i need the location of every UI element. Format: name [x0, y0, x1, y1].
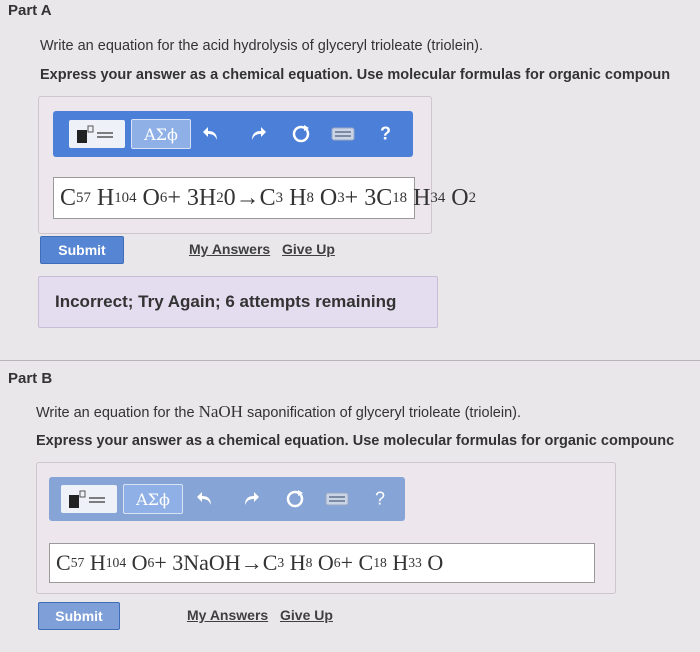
- part-a-give-up-link[interactable]: Give Up: [282, 241, 335, 257]
- answer-subscript: 6: [333, 555, 341, 570]
- answer-text: C: [262, 550, 278, 575]
- answer-text: O: [319, 184, 338, 211]
- templates-icon: [69, 120, 125, 148]
- answer-subscript: 104: [105, 555, 127, 570]
- answer-subscript: 18: [392, 189, 408, 206]
- answer-subscript: 3: [337, 189, 345, 206]
- answer-subscript: 104: [114, 189, 137, 206]
- answer-text: + 3NaOH: [154, 550, 241, 575]
- keyboard-button[interactable]: [331, 126, 355, 142]
- templates-button[interactable]: [61, 485, 117, 513]
- part-a-editor: ΑΣϕ ? C 57 H 104 O6 + 3H 2 0 → C 3 H8 O3 + 3C 18…: [38, 96, 476, 234]
- answer-subscript: 2: [468, 189, 477, 206]
- question-text: saponification of glyceryl trioleate (tr…: [242, 405, 521, 421]
- greek-letters-icon: ΑΣϕ: [123, 484, 183, 514]
- part-b-editor: ΑΣϕ ? C 57 H 104 O6 + 3NaOH → C 3 H8 O6 + C 18…: [36, 462, 616, 594]
- answer-subscript: 3: [275, 189, 284, 206]
- undo-icon: [203, 127, 217, 140]
- answer-text: + C: [340, 550, 374, 575]
- part-b-answer-field[interactable]: C 57 H 104 O6 + 3NaOH → C 3 H8 O6 + C 18 H 33 O: [49, 543, 595, 583]
- answer-subscript: 3: [277, 555, 285, 570]
- answer-text: H: [289, 184, 307, 211]
- answer-text: O: [451, 184, 469, 211]
- part-b-toolbar: ΑΣϕ ?: [49, 477, 405, 521]
- redo-icon: [245, 492, 259, 505]
- answer-subscript: 18: [373, 555, 387, 570]
- keyboard-button[interactable]: [325, 491, 349, 507]
- greek-letters-button[interactable]: ΑΣϕ: [131, 119, 191, 149]
- keyboard-icon: [331, 127, 355, 141]
- answer-text: O: [142, 184, 160, 211]
- redo-button[interactable]: [248, 126, 266, 142]
- answer-text: C: [259, 184, 276, 211]
- templates-button[interactable]: [69, 120, 125, 148]
- redo-icon: [252, 127, 266, 140]
- answer-text: H: [89, 550, 106, 575]
- answer-text: H: [96, 184, 115, 211]
- answer-subscript: 2: [216, 189, 224, 206]
- undo-icon: [197, 492, 211, 505]
- part-a-question: Write an equation for the acid hydrolysi…: [40, 38, 483, 54]
- answer-text: H: [413, 184, 431, 211]
- answer-text: C: [60, 184, 77, 211]
- part-a-feedback: Incorrect; Try Again; 6 attempts remaini…: [38, 276, 438, 328]
- part-b-title: Part B: [8, 370, 53, 387]
- answer-subscript: 8: [305, 555, 313, 570]
- greek-letters-icon: ΑΣϕ: [131, 119, 191, 149]
- part-a-title: Part A: [8, 2, 52, 19]
- answer-text: O: [317, 550, 334, 575]
- greek-letters-button[interactable]: ΑΣϕ: [123, 484, 183, 514]
- part-a-my-answers-link[interactable]: My Answers: [189, 241, 270, 257]
- answer-text: O: [427, 550, 444, 575]
- answer-text: O: [131, 550, 148, 575]
- answer-text: + 3C: [344, 184, 393, 211]
- answer-subscript: 57: [76, 189, 91, 206]
- part-b-my-answers-link[interactable]: My Answers: [187, 607, 268, 623]
- templates-icon: [61, 485, 117, 513]
- part-a-toolbar: ΑΣϕ ?: [53, 111, 413, 157]
- reset-button[interactable]: [285, 489, 305, 509]
- naoh-formula: NaOH: [198, 402, 243, 421]
- part-a-answer-field[interactable]: C 57 H 104 O6 + 3H 2 0 → C 3 H8 O3 + 3C 18 H 34 O…: [53, 177, 476, 219]
- help-icon[interactable]: ?: [380, 124, 391, 145]
- reaction-arrow: →: [235, 184, 260, 211]
- part-b-give-up-link[interactable]: Give Up: [280, 607, 333, 623]
- help-icon[interactable]: ?: [375, 489, 385, 510]
- answer-text: + 3H: [167, 184, 217, 211]
- answer-text: H: [392, 550, 409, 575]
- part-b-submit-button[interactable]: Submit: [38, 602, 120, 630]
- undo-button[interactable]: [203, 126, 221, 142]
- answer-subscript: 6: [147, 555, 155, 570]
- reset-icon: [292, 125, 310, 143]
- answer-subscript: 34: [430, 189, 446, 206]
- answer-subscript: 8: [306, 189, 314, 206]
- answer-subscript: 57: [70, 555, 85, 570]
- part-b-instruction: Express your answer as a chemical equati…: [36, 433, 675, 449]
- part-b-question: Write an equation for the NaOH saponific…: [36, 402, 521, 422]
- keyboard-icon: [325, 492, 349, 506]
- answer-text: C: [56, 550, 71, 575]
- answer-text: 0: [223, 184, 236, 211]
- redo-button[interactable]: [241, 491, 259, 507]
- part-a-submit-button[interactable]: Submit: [40, 236, 124, 264]
- part-a-instruction: Express your answer as a chemical equati…: [40, 67, 671, 83]
- section-divider: [0, 360, 700, 361]
- answer-text: H: [289, 550, 306, 575]
- question-text: Write an equation for the: [36, 405, 199, 421]
- reset-icon: [286, 490, 304, 508]
- answer-subscript: 6: [159, 189, 168, 206]
- reset-button[interactable]: [291, 124, 311, 144]
- answer-subscript: 33: [408, 555, 422, 570]
- undo-button[interactable]: [197, 491, 215, 507]
- reaction-arrow: →: [240, 550, 263, 575]
